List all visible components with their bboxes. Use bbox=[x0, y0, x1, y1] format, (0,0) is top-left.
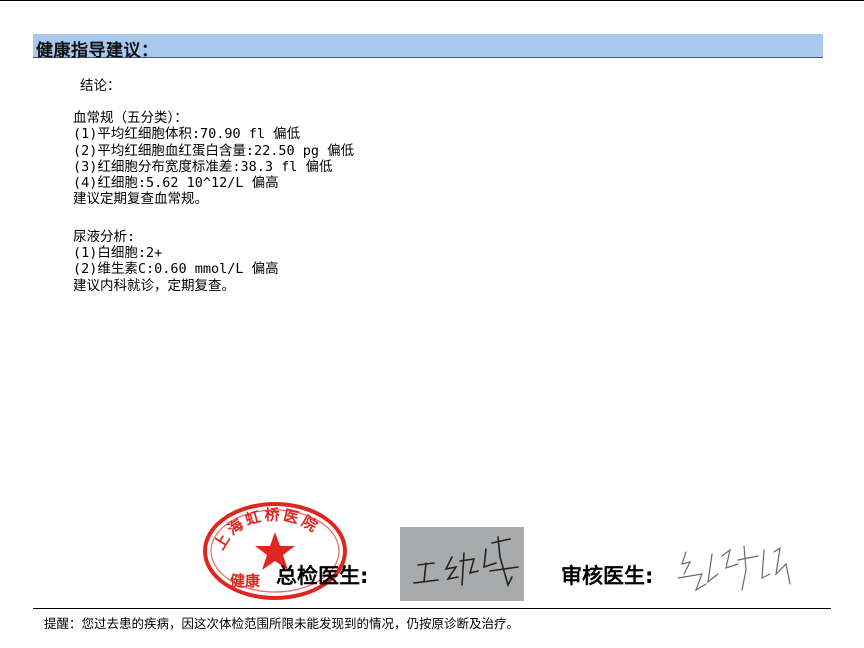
report-item: (1)平均红细胞体积:70.90 fl 偏低 bbox=[73, 126, 301, 143]
urinalysis-advice: 建议内科就诊，定期复查。 bbox=[73, 277, 235, 294]
report-item: (1)白细胞:2+ bbox=[73, 245, 163, 262]
urinalysis-heading: 尿液分析: bbox=[73, 228, 136, 245]
svg-text:上海虹桥医院: 上海虹桥医院 bbox=[210, 506, 323, 553]
report-item: (2)维生素C:0.60 mmol/L 偏高 bbox=[73, 261, 279, 278]
reviewer-signature bbox=[677, 545, 791, 592]
footer-reminder: 提醒：您过去患的疾病，因这次体检范围所限未能发现到的情况，仍按原诊断及治疗。 bbox=[44, 616, 520, 631]
footer-rule bbox=[33, 608, 831, 609]
report-item: (3)红细胞分布宽度标准差:38.3 fl 偏低 bbox=[73, 158, 333, 175]
reviewing-doctor-label: 审核医生: bbox=[561, 564, 654, 588]
conclusion-label: 结论： bbox=[80, 78, 121, 94]
section-header-bar: 健康指导建议： bbox=[33, 34, 823, 61]
section-title: 健康指导建议： bbox=[36, 41, 159, 61]
handwritten-signature bbox=[413, 536, 519, 588]
report-item: (2)平均红细胞血红蛋白含量:22.50 pg 偏低 bbox=[73, 142, 355, 159]
report-body: 血常规（五分类）： (1)平均红细胞体积:70.90 fl 偏低 (2)平均红细… bbox=[73, 110, 773, 294]
svg-text:健康: 健康 bbox=[230, 572, 261, 590]
top-rule bbox=[0, 0, 864, 1]
blood-routine-heading: 血常规（五分类）： bbox=[73, 110, 188, 126]
chief-doctor-label: 总检医生: bbox=[276, 564, 369, 588]
blood-routine-advice: 建议定期复查血常规。 bbox=[73, 191, 208, 208]
chief-signature-image bbox=[400, 527, 524, 601]
report-item: (4)红细胞:5.62 10^12/L 偏高 bbox=[73, 175, 279, 192]
